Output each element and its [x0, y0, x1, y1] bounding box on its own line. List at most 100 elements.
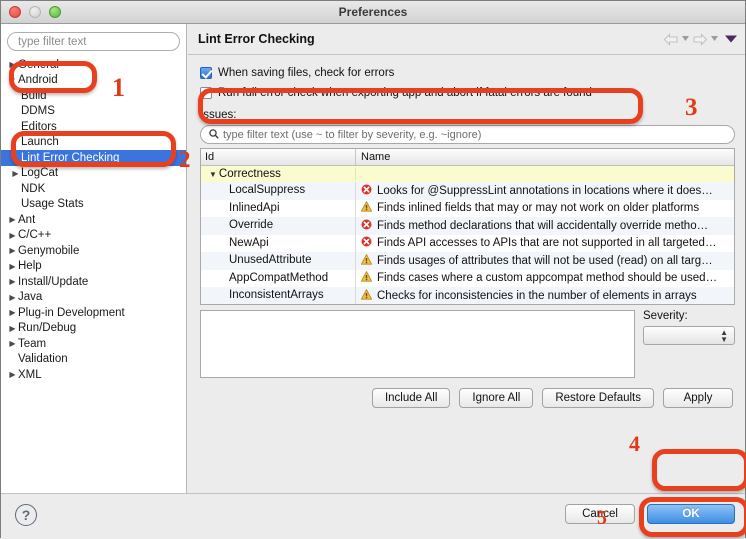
sidebar-item-label: Install/Update [18, 275, 89, 288]
sidebar-item-ndk[interactable]: NDK [1, 181, 186, 197]
collapsed-arrow-icon[interactable]: ▶ [7, 370, 18, 379]
error-icon [361, 184, 372, 198]
issue-name-cell: Finds method declarations that will acci… [356, 219, 734, 233]
issue-action-buttons: Include All Ignore All Restore Defaults App… [200, 388, 735, 408]
sidebar-item-label: Team [18, 337, 47, 350]
zoom-window-button[interactable] [49, 6, 61, 18]
check-on-save-checkbox[interactable] [200, 66, 212, 79]
back-chevron-down-icon[interactable] [682, 36, 689, 42]
expanded-arrow-icon[interactable]: ▼ [7, 76, 18, 85]
sidebar-item-label: LogCat [21, 167, 59, 180]
sidebar-item-c-c[interactable]: ▶ C/C++ [1, 228, 186, 244]
dialog-footer: ? Cancel OK [1, 493, 745, 539]
collapsed-arrow-icon[interactable]: ▶ [7, 262, 18, 271]
sidebar-item-usage-stats[interactable]: Usage Stats [1, 197, 186, 213]
issues-table-row[interactable]: AssertLooks for usages of the assert key… [201, 305, 734, 306]
checkbox-row-save-check[interactable]: When saving files, check for errors [200, 64, 735, 81]
issues-table-row[interactable]: UnusedAttribute Finds usages of attribute… [201, 252, 734, 270]
sidebar-item-team[interactable]: ▶ Team [1, 336, 186, 352]
sidebar-item-genymobile[interactable]: ▶ Genymobile [1, 243, 186, 259]
issue-description: Finds inlined fields that may or may not… [377, 202, 700, 215]
back-arrow-icon[interactable] [663, 32, 679, 46]
minimize-window-button[interactable] [29, 6, 41, 18]
issue-id-cell: InconsistentArrays [201, 287, 356, 304]
issues-table-body[interactable]: LocalSuppress Looks for @SuppressLint ann… [201, 182, 734, 306]
cancel-button[interactable]: Cancel [565, 504, 635, 524]
sidebar-item-run-debug[interactable]: ▶ Run/Debug [1, 321, 186, 337]
page-nav-icons [663, 32, 737, 46]
sidebar-item-label: Usage Stats [21, 198, 84, 211]
sidebar-item-label: General [18, 58, 59, 71]
include-all-button[interactable]: Include All [371, 388, 451, 408]
collapsed-arrow-icon[interactable]: ▶ [7, 324, 18, 333]
help-icon[interactable]: ? [15, 504, 37, 526]
sidebar-item-general[interactable]: ▶ General [1, 57, 186, 73]
ignore-all-button[interactable]: Ignore All [459, 388, 534, 408]
issue-name-cell: Checks for inconsistencies in the number… [356, 288, 734, 303]
view-menu-chevron-down-icon[interactable] [725, 35, 737, 43]
sidebar-item-ant[interactable]: ▶ Ant [1, 212, 186, 228]
group-label: Correctness [218, 168, 281, 180]
sidebar-item-lint-error-checking[interactable]: Lint Error Checking [1, 150, 186, 166]
sidebar-item-plug-in-development[interactable]: ▶ Plug-in Development [1, 305, 186, 321]
traffic-lights [9, 6, 61, 18]
sidebar-item-ddms[interactable]: DDMS [1, 104, 186, 120]
sidebar-item-editors[interactable]: Editors [1, 119, 186, 135]
sidebar-item-validation[interactable]: Validation [1, 352, 186, 368]
close-window-button[interactable] [9, 6, 21, 18]
sidebar-item-launch[interactable]: Launch [1, 135, 186, 151]
issues-table-row[interactable]: LocalSuppress Looks for @SuppressLint ann… [201, 182, 734, 200]
issues-filter-input[interactable]: type filter text (use ~ to filter by sev… [200, 125, 735, 144]
issues-table-row[interactable]: InconsistentArrays Checks for inconsisten… [201, 287, 734, 304]
issue-description: Finds cases where a custom appcompat met… [377, 272, 718, 285]
stepper-arrows-icon[interactable]: ▲ ▼ [720, 329, 728, 344]
issues-table-row[interactable]: NewApi Finds API accesses to APIs that ar… [201, 234, 734, 252]
group-expand-arrow-icon[interactable]: ▼ [209, 170, 217, 179]
issues-table-row[interactable]: InlinedApi Finds inlined fields that may … [201, 199, 734, 217]
collapsed-arrow-icon[interactable]: ▶ [7, 215, 18, 224]
severity-select[interactable]: ▲ ▼ [643, 326, 735, 345]
collapsed-arrow-icon[interactable]: ▶ [7, 277, 18, 286]
sidebar-item-label: DDMS [21, 105, 55, 118]
sidebar-item-java[interactable]: ▶ Java [1, 290, 186, 306]
sidebar-item-help[interactable]: ▶ Help [1, 259, 186, 275]
sidebar-item-label: Help [18, 260, 42, 273]
issue-id-cell: InlinedApi [201, 199, 356, 217]
tree-filter-input[interactable]: type filter text [7, 32, 180, 51]
warning-icon [360, 201, 373, 215]
preferences-tree[interactable]: ▶ General ▼ Android Build DDMS Editors Launch Li… [1, 55, 186, 383]
apply-button[interactable]: Apply [663, 388, 733, 408]
forward-arrow-icon[interactable] [692, 32, 708, 46]
sidebar-item-logcat[interactable]: ▶ LogCat [1, 166, 186, 182]
sidebar-item-label: Plug-in Development [18, 306, 125, 319]
collapsed-arrow-icon[interactable]: ▶ [7, 60, 18, 69]
issues-table[interactable]: Id Name ▼ Correctness LocalSuppress Looks… [200, 148, 735, 305]
issue-description: Checks for inconsistencies in the number… [377, 289, 697, 302]
issue-details-panel[interactable] [200, 310, 635, 378]
ok-button[interactable]: OK [647, 504, 735, 524]
sidebar-item-install-update[interactable]: ▶ Install/Update [1, 274, 186, 290]
column-header-id[interactable]: Id [201, 149, 356, 165]
issue-name-cell: Finds inlined fields that may or may not… [356, 201, 734, 215]
issue-name-cell: Finds usages of attributes that will not… [356, 253, 734, 268]
issue-description: Finds API accesses to APIs that are not … [377, 237, 717, 250]
issues-table-row[interactable]: Override Finds method declarations that w… [201, 217, 734, 235]
checkbox-row-export-check[interactable]: Run full error check when exporting app … [200, 84, 735, 101]
collapsed-arrow-icon[interactable]: ▶ [7, 246, 18, 255]
column-header-name[interactable]: Name [356, 149, 734, 165]
sidebar-item-android[interactable]: ▼ Android [1, 73, 186, 89]
sidebar-item-build[interactable]: Build [1, 88, 186, 104]
sidebar-item-xml[interactable]: ▶ XML [1, 367, 186, 383]
issues-table-row[interactable]: AppCompatMethod Finds cases where a custo… [201, 269, 734, 287]
forward-chevron-down-icon[interactable] [711, 36, 718, 42]
preferences-window: Preferences type filter text ▶ General ▼ An… [0, 0, 746, 539]
collapsed-arrow-icon[interactable]: ▶ [7, 339, 18, 348]
full-error-check-on-export-checkbox[interactable] [200, 86, 212, 99]
collapsed-arrow-icon[interactable]: ▶ [7, 293, 18, 302]
sidebar-item-label: Launch [21, 136, 59, 149]
restore-defaults-button[interactable]: Restore Defaults [542, 388, 654, 408]
collapsed-arrow-icon[interactable]: ▶ [7, 308, 18, 317]
collapsed-arrow-icon[interactable]: ▶ [7, 231, 18, 240]
issues-group-row-correctness[interactable]: ▼ Correctness [201, 166, 734, 182]
collapsed-arrow-icon[interactable]: ▶ [10, 169, 21, 178]
